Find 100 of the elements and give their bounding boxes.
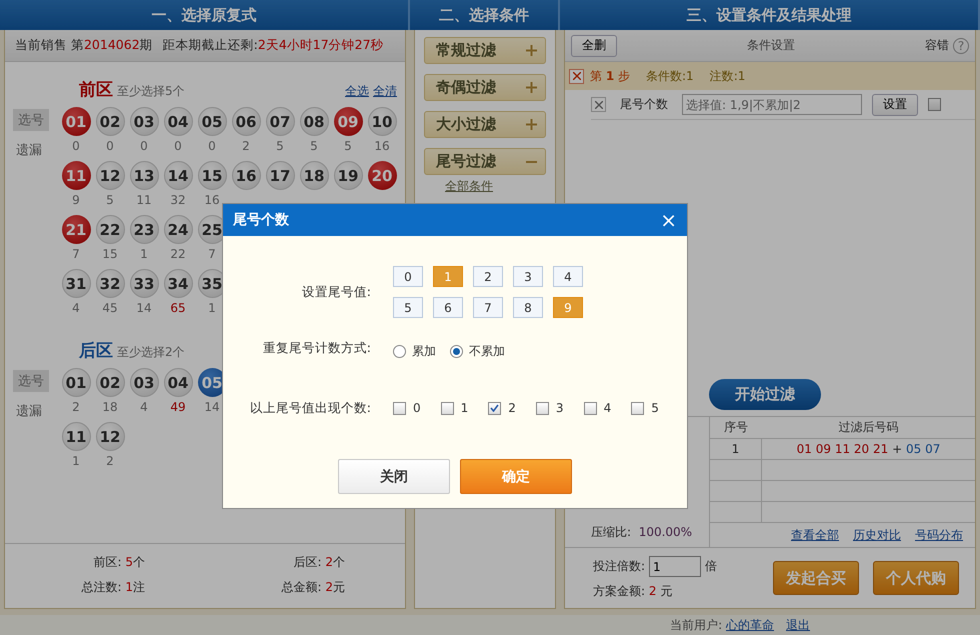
set-button[interactable]: 设置 bbox=[872, 94, 918, 116]
digit-button[interactable]: 8 bbox=[513, 297, 543, 318]
digits-label: 设置尾号值: bbox=[300, 284, 372, 300]
number-ball[interactable]: 08 bbox=[300, 107, 328, 136]
checkbox-label: 0 bbox=[413, 401, 421, 415]
count-label: 以上尾号值出现个数: bbox=[248, 400, 372, 416]
miss-count: 18 bbox=[102, 400, 118, 414]
number-ball[interactable]: 07 bbox=[266, 107, 294, 136]
number-ball[interactable]: 04 bbox=[164, 368, 192, 397]
filter-category-button[interactable]: 尾号过滤 bbox=[424, 148, 546, 175]
number-ball[interactable]: 17 bbox=[266, 161, 294, 190]
multiple-field[interactable]: 1 bbox=[649, 556, 702, 577]
checkbox[interactable] bbox=[393, 402, 406, 414]
number-ball[interactable]: 11 bbox=[62, 161, 90, 190]
zone-hint: 至少选择5个 bbox=[117, 83, 185, 100]
miss-count: 2 bbox=[106, 454, 114, 468]
number-ball[interactable]: 32 bbox=[96, 269, 124, 298]
miss-count: 45 bbox=[102, 301, 118, 315]
close-dialog-button[interactable]: 关闭 bbox=[338, 459, 450, 494]
miss-count: 15 bbox=[102, 247, 118, 261]
number-ball[interactable]: 15 bbox=[198, 161, 226, 190]
number-ball[interactable]: 24 bbox=[164, 215, 192, 244]
current-user: 当前用户: 心的革命 bbox=[670, 616, 774, 634]
number-ball[interactable]: 11 bbox=[62, 422, 90, 451]
delete-icon[interactable] bbox=[569, 68, 584, 84]
number-ball[interactable]: 19 bbox=[334, 161, 362, 190]
number-ball[interactable]: 13 bbox=[130, 161, 158, 190]
zone-link[interactable]: 全选 bbox=[345, 83, 369, 100]
filter-category-button[interactable]: 奇偶过滤 bbox=[424, 74, 546, 101]
number-ball[interactable]: 14 bbox=[164, 161, 192, 190]
number-ball[interactable]: 03 bbox=[130, 368, 158, 397]
radio-button[interactable] bbox=[450, 344, 463, 358]
summary-item: 后区: 2个 bbox=[292, 554, 346, 571]
table-cell: 1 bbox=[710, 439, 762, 460]
logout-link[interactable]: 退出 bbox=[786, 616, 810, 634]
digit-button[interactable]: 6 bbox=[433, 297, 463, 318]
number-ball[interactable]: 01 bbox=[62, 107, 90, 136]
current-issue: 当前销售 第2014062期 bbox=[15, 37, 153, 54]
number-ball[interactable]: 02 bbox=[96, 368, 124, 397]
miss-label: 遗漏 bbox=[15, 142, 42, 159]
number-ball[interactable]: 34 bbox=[164, 269, 192, 298]
start-filter-button[interactable]: 开始过滤 bbox=[709, 379, 821, 410]
all-conditions-link[interactable]: 全部条件 bbox=[415, 178, 555, 195]
number-ball[interactable]: 02 bbox=[96, 107, 124, 136]
number-ball[interactable]: 33 bbox=[130, 269, 158, 298]
checkbox-label: 1 bbox=[460, 401, 468, 415]
digit-button[interactable]: 4 bbox=[553, 266, 583, 287]
digit-button[interactable]: 5 bbox=[393, 297, 423, 318]
miss-count: 7 bbox=[72, 247, 80, 261]
number-ball[interactable]: 10 bbox=[368, 107, 396, 136]
radio-button[interactable] bbox=[393, 344, 406, 358]
miss-count: 0 bbox=[106, 139, 114, 153]
close-button[interactable]: × bbox=[660, 210, 677, 230]
number-ball[interactable]: 18 bbox=[300, 161, 328, 190]
number-ball[interactable]: 16 bbox=[232, 161, 260, 190]
summary-item: 总金额: 2元 bbox=[280, 579, 346, 596]
number-ball[interactable]: 06 bbox=[232, 107, 260, 136]
condition-value-field[interactable]: 选择值: 1,9|不累加|2 bbox=[682, 94, 862, 115]
step-label: 第 1 步 bbox=[590, 68, 630, 84]
checkbox[interactable] bbox=[488, 402, 502, 414]
checkbox[interactable] bbox=[928, 98, 941, 111]
filter-category-button[interactable]: 常规过滤 bbox=[424, 37, 546, 64]
result-link[interactable]: 历史对比 bbox=[853, 527, 901, 544]
result-link[interactable]: 查看全部 bbox=[791, 527, 839, 544]
miss-count: 14 bbox=[136, 301, 152, 315]
filter-category-button[interactable]: 大小过滤 bbox=[424, 111, 546, 138]
zone-link[interactable]: 全清 bbox=[373, 83, 397, 100]
delete-all-button[interactable]: 全删 bbox=[571, 34, 617, 56]
plus-icon bbox=[526, 119, 537, 130]
miss-count: 9 bbox=[72, 193, 80, 207]
digit-button[interactable]: 7 bbox=[473, 297, 503, 318]
digit-button[interactable]: 3 bbox=[513, 266, 543, 287]
miss-count: 5 bbox=[310, 139, 318, 153]
number-ball[interactable]: 05 bbox=[198, 107, 226, 136]
checkbox[interactable] bbox=[536, 402, 549, 414]
radio-label: 累加 bbox=[412, 342, 436, 360]
checkbox[interactable] bbox=[631, 402, 644, 414]
number-ball[interactable]: 09 bbox=[334, 107, 362, 136]
checkbox-label: 4 bbox=[604, 401, 612, 415]
delete-icon[interactable] bbox=[591, 97, 606, 112]
number-ball[interactable]: 01 bbox=[62, 368, 90, 397]
miss-count: 2 bbox=[242, 139, 250, 153]
number-ball[interactable]: 21 bbox=[62, 215, 90, 244]
number-ball[interactable]: 23 bbox=[130, 215, 158, 244]
dialog-title: 尾号个数 bbox=[233, 211, 289, 229]
user-link[interactable]: 心的革命 bbox=[726, 618, 774, 632]
number-ball[interactable]: 04 bbox=[164, 107, 192, 136]
number-ball[interactable]: 22 bbox=[96, 215, 124, 244]
result-link[interactable]: 号码分布 bbox=[915, 527, 963, 544]
checkbox[interactable] bbox=[584, 402, 597, 414]
number-ball[interactable]: 03 bbox=[130, 107, 158, 136]
number-ball[interactable]: 12 bbox=[96, 422, 124, 451]
number-ball[interactable]: 12 bbox=[96, 161, 124, 190]
summary-item: 前区: 5个 bbox=[92, 554, 146, 571]
number-ball[interactable]: 31 bbox=[62, 269, 90, 298]
digit-button[interactable]: 0 bbox=[393, 266, 423, 287]
checkbox[interactable] bbox=[440, 402, 454, 414]
digit-button[interactable]: 2 bbox=[473, 266, 503, 287]
number-ball[interactable]: 20 bbox=[368, 161, 396, 190]
miss-count: 5 bbox=[276, 139, 284, 153]
